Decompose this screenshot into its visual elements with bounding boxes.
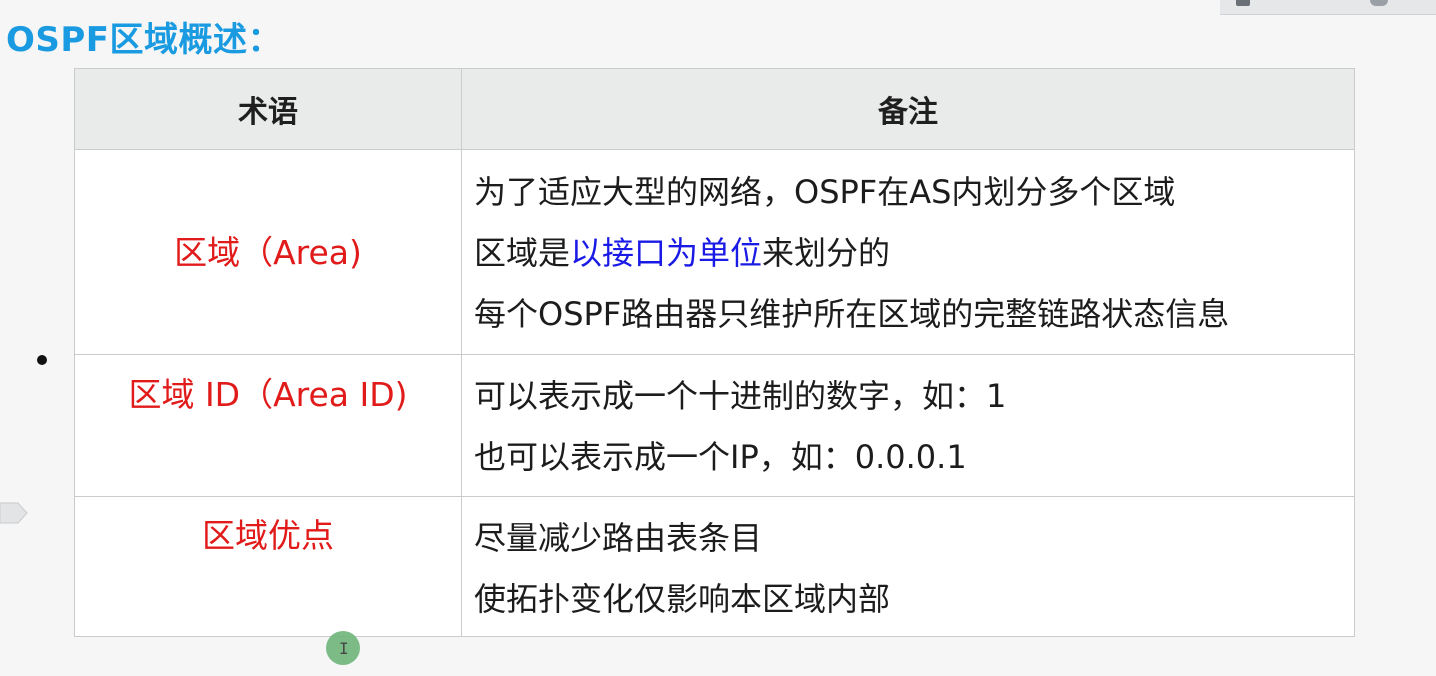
term-area: 区域（Area) [174,233,362,272]
table-row: 区域 ID（Area ID) 可以表示成一个十进制的数字，如：1 也可以表示成一… [74,354,1355,497]
note-line: 区域是以接口为单位来划分的 [474,223,1354,284]
note-cell: 可以表示成一个十进制的数字，如：1 也可以表示成一个IP，如：0.0.0.1 [461,354,1355,497]
bullet-dot [37,355,47,365]
side-tab-arrow-icon[interactable] [0,500,28,526]
note-line: 使拓扑变化仅影响本区域内部 [474,580,891,618]
table-header-row: 术语 备注 [74,68,1355,150]
note-line: 每个OSPF路由器只维护所在区域的完整链路状态信息 [474,295,1230,333]
mouse-pointer-highlight: I [326,631,360,665]
ospf-area-table: 术语 备注 区域（Area) 为了适应大型的网络，OSPF在AS内划分多个区域 … [74,68,1355,637]
note-line-suffix: 来划分的 [762,234,891,272]
window-toolbar [1220,0,1436,15]
header-term: 术语 [74,68,462,150]
note-line: 也可以表示成一个IP，如：0.0.0.1 [474,438,967,476]
table-row: 区域优点 尽量减少路由表条目 使拓扑变化仅影响本区域内部 [74,496,1355,637]
toolbar-avatar-icon[interactable] [1370,0,1388,6]
note-line: 尽量减少路由表条目 [474,519,763,557]
term-cell: 区域（Area) [74,149,462,355]
slide-title: OSPF区域概述： [6,20,283,60]
note-line-highlight: 以接口为单位 [570,234,763,272]
term-cell: 区域优点 [74,496,462,637]
term-area-advantage: 区域优点 [202,516,334,555]
header-note: 备注 [461,68,1355,150]
slide: OSPF区域概述： 术语 备注 区域（Area) 为了适应大型的网络，OSPF在… [0,0,1436,676]
note-line-prefix: 区域是 [474,234,571,272]
toolbar-icon[interactable] [1236,0,1250,6]
term-area-id: 区域 ID（Area ID) [128,375,408,414]
note-cell: 为了适应大型的网络，OSPF在AS内划分多个区域 区域是以接口为单位来划分的 每… [461,149,1355,355]
term-cell: 区域 ID（Area ID) [74,354,462,497]
note-line: 可以表示成一个十进制的数字，如：1 [474,377,1007,415]
note-line: 为了适应大型的网络，OSPF在AS内划分多个区域 [474,173,1176,211]
text-cursor-icon: I [339,639,349,658]
table-row: 区域（Area) 为了适应大型的网络，OSPF在AS内划分多个区域 区域是以接口… [74,149,1355,355]
note-cell: 尽量减少路由表条目 使拓扑变化仅影响本区域内部 [461,496,1355,637]
